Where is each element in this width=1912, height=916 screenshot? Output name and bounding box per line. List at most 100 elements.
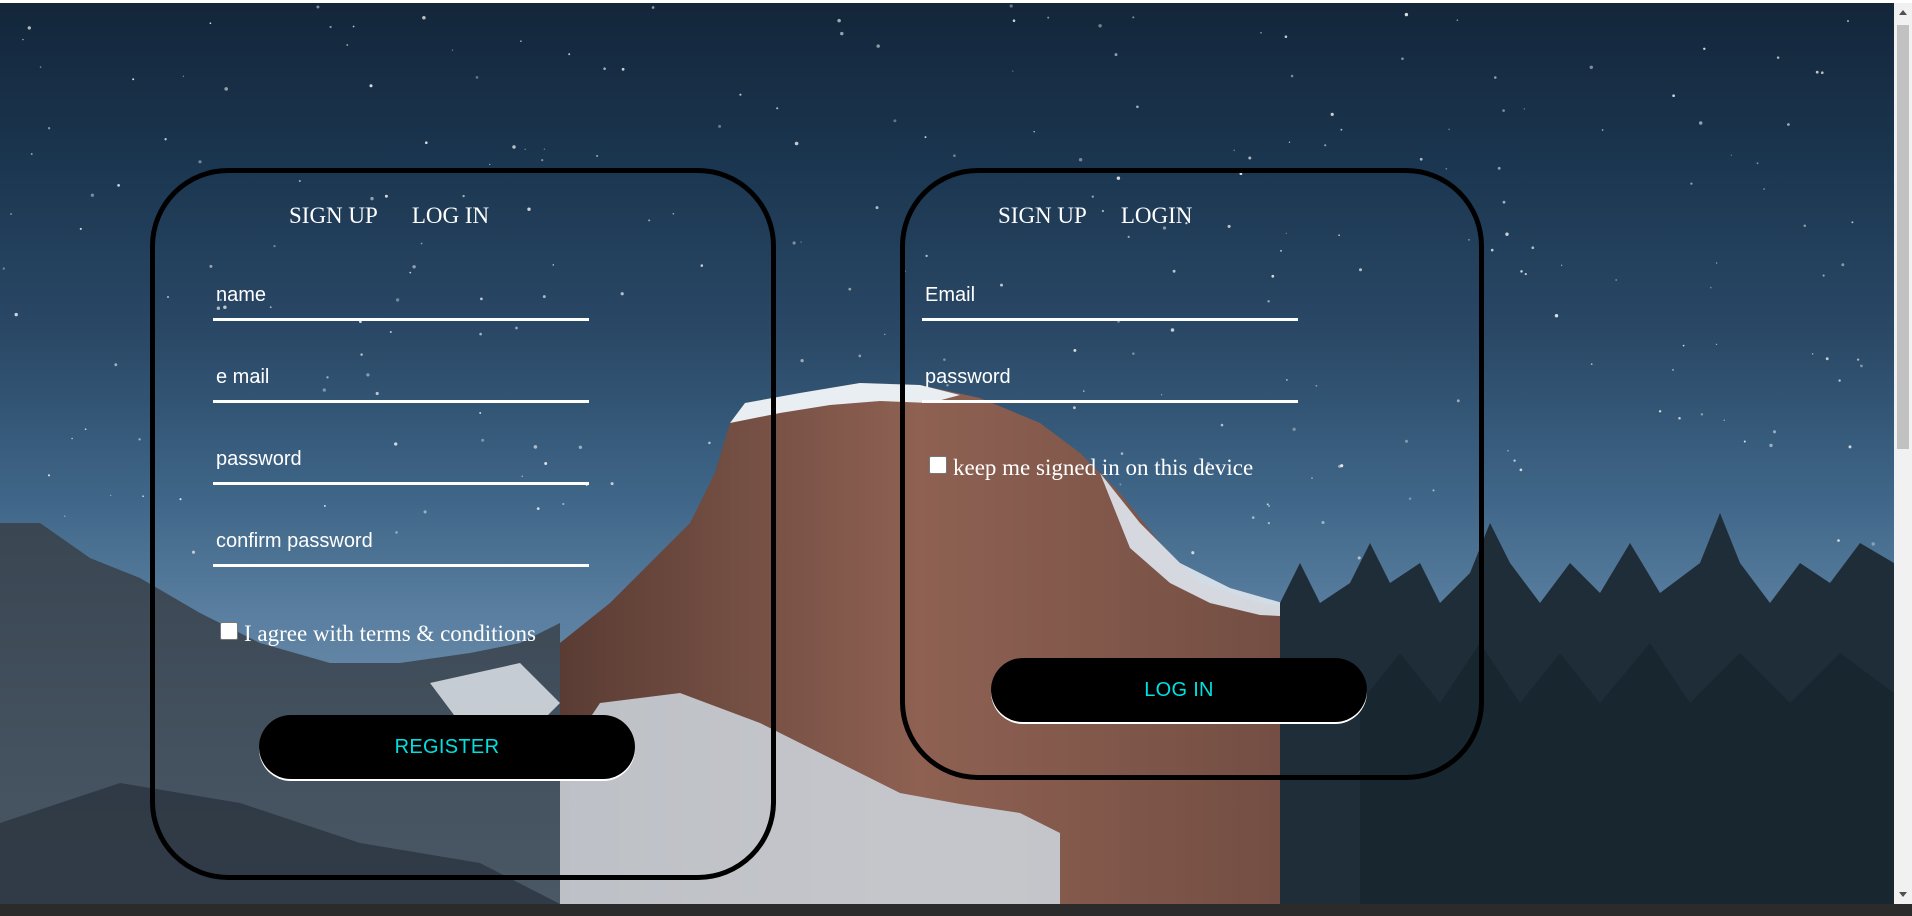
keep-signed-in-label: keep me signed in on this device — [953, 455, 1254, 480]
login-card-tabs: SIGN UP LOGIN — [998, 203, 1192, 229]
star — [1009, 4, 1013, 8]
star — [1033, 130, 1035, 133]
star — [1507, 449, 1509, 452]
star — [164, 138, 167, 141]
scroll-up-icon[interactable] — [1899, 10, 1907, 15]
star — [79, 227, 82, 230]
star — [603, 67, 606, 70]
signup-card-tabs: SIGN UP LOG IN — [289, 203, 489, 229]
star — [2, 267, 5, 270]
star — [1505, 232, 1509, 236]
password-field[interactable] — [213, 445, 589, 485]
star — [84, 428, 87, 431]
star — [1871, 542, 1875, 546]
star — [1340, 128, 1343, 131]
star — [1856, 358, 1860, 361]
star — [1047, 16, 1050, 19]
name-field[interactable] — [213, 281, 589, 321]
star — [1284, 35, 1288, 38]
star — [1715, 343, 1718, 346]
vertical-scrollbar[interactable] — [1894, 3, 1912, 904]
star — [1820, 71, 1824, 75]
star — [488, 163, 491, 166]
star — [893, 119, 897, 123]
scroll-down-icon[interactable] — [1899, 892, 1907, 897]
star — [1848, 445, 1852, 449]
star — [543, 148, 546, 150]
star — [1822, 274, 1825, 277]
star — [1709, 286, 1712, 289]
star — [1448, 128, 1450, 131]
password-field[interactable] — [922, 363, 1298, 403]
star — [1497, 166, 1501, 170]
star — [1730, 154, 1733, 156]
star — [422, 16, 426, 20]
star — [346, 44, 349, 46]
tab-log-in[interactable]: LOG IN — [412, 203, 489, 228]
star — [1513, 459, 1516, 462]
star — [1838, 379, 1841, 382]
keep-signed-in-checkbox[interactable] — [929, 456, 947, 474]
star — [110, 494, 112, 497]
star — [1456, 19, 1459, 21]
email-field[interactable] — [922, 281, 1298, 321]
terms-row: I agree with terms & conditions — [220, 621, 536, 647]
star — [1554, 314, 1559, 318]
star — [1324, 144, 1327, 147]
star — [541, 159, 544, 162]
scrollbar-thumb[interactable] — [1897, 25, 1909, 449]
star — [369, 84, 373, 88]
star — [1590, 363, 1593, 365]
star — [425, 141, 428, 144]
star — [47, 474, 51, 477]
keep-signed-in-row: keep me signed in on this device — [929, 455, 1253, 481]
tab-sign-up[interactable]: SIGN UP — [289, 203, 378, 228]
star — [848, 287, 852, 291]
star — [1763, 188, 1765, 190]
star — [1519, 468, 1523, 472]
confirm-password-field[interactable] — [213, 527, 589, 567]
star — [22, 38, 24, 41]
star — [739, 93, 742, 96]
star — [1837, 539, 1840, 542]
star — [1078, 157, 1083, 162]
terms-checkbox[interactable] — [220, 622, 238, 640]
tab-sign-up[interactable]: SIGN UP — [998, 203, 1087, 228]
tab-login[interactable]: LOGIN — [1121, 203, 1193, 228]
star — [1490, 248, 1494, 252]
star — [1811, 353, 1814, 355]
star — [621, 67, 625, 71]
star — [1404, 12, 1409, 17]
star — [512, 145, 516, 149]
star — [1703, 47, 1706, 51]
star — [1851, 221, 1854, 224]
star — [1248, 156, 1252, 160]
star — [1772, 430, 1777, 434]
star — [1672, 94, 1675, 98]
star — [1690, 182, 1693, 185]
star — [64, 515, 66, 517]
star — [1723, 419, 1725, 421]
star — [1560, 264, 1563, 266]
login-button[interactable]: LOG IN — [991, 658, 1367, 722]
star — [568, 53, 571, 56]
star — [1803, 224, 1807, 228]
star — [182, 75, 185, 78]
star — [27, 26, 31, 30]
star — [1841, 263, 1845, 267]
star — [953, 154, 956, 158]
star — [800, 241, 802, 243]
star — [198, 160, 202, 164]
star — [475, 76, 479, 79]
star — [1531, 246, 1535, 250]
email-field[interactable] — [213, 363, 589, 403]
star — [924, 136, 927, 139]
star — [1815, 70, 1819, 74]
star — [1601, 129, 1604, 131]
register-button[interactable]: REGISTER — [259, 715, 635, 779]
star — [1114, 53, 1118, 57]
star — [1330, 112, 1334, 116]
star — [1523, 108, 1525, 110]
star — [596, 154, 599, 157]
star — [39, 66, 42, 68]
